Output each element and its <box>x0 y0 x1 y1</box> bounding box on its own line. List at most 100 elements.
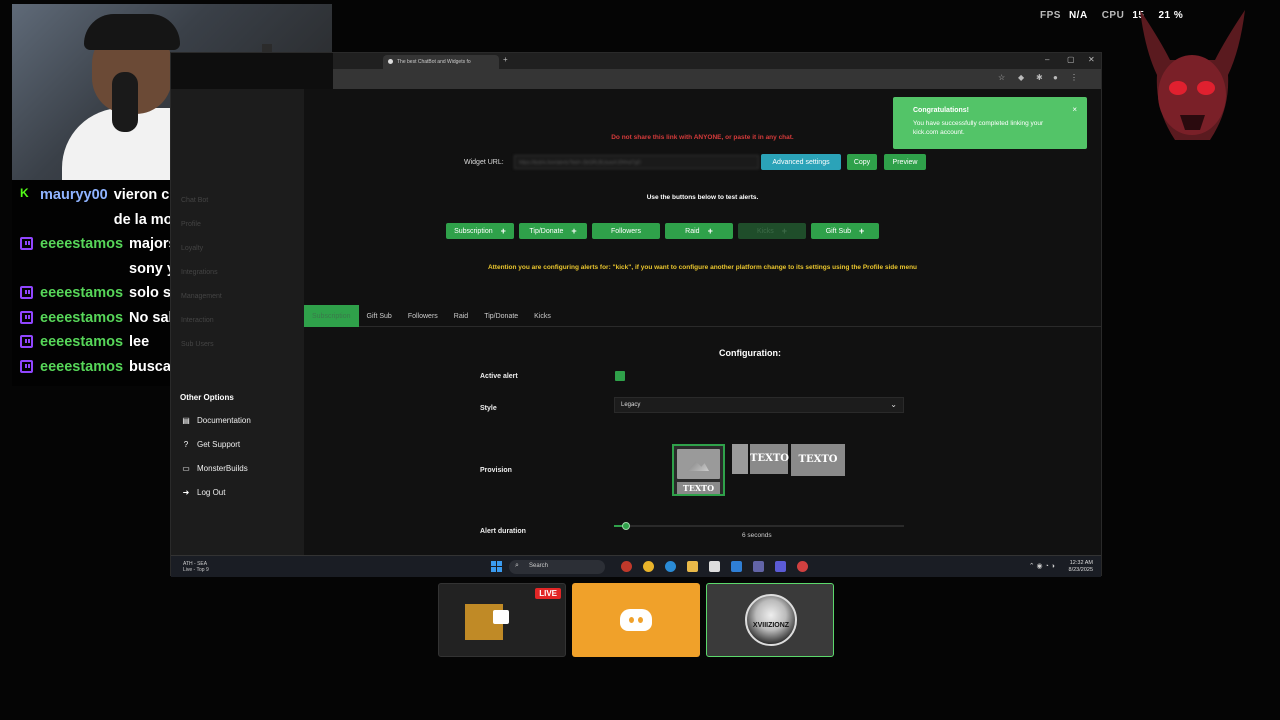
platform-badge <box>20 306 40 331</box>
app-icon[interactable] <box>797 561 808 572</box>
sidebar-item-get-support[interactable]: ? Get Support <box>182 440 240 449</box>
provision-option-image-left-text[interactable]: TEXTO <box>732 444 789 474</box>
sidebar-item-faded[interactable]: Sub Users <box>181 333 222 357</box>
sidebar-item-faded[interactable]: Profile <box>181 213 222 237</box>
plus-icon: + <box>781 226 787 236</box>
chat-username: eeeestamos <box>40 285 124 301</box>
button-label: Raid <box>685 227 700 235</box>
tab-tip-donate[interactable]: Tip/Donate <box>476 305 526 327</box>
slider-thumb[interactable] <box>621 522 630 530</box>
test-followers-button[interactable]: Followers <box>592 223 660 239</box>
widget-url-field[interactable]: https://botrix.live/alerts?bid=-2bGRLBLb… <box>514 155 759 169</box>
kick-badge-icon: K <box>20 186 29 200</box>
remote-desktop-window: The best ChatBot and Widgets fo + – ▢ ✕ … <box>170 52 1102 577</box>
maximize-button[interactable]: ▢ <box>1067 55 1075 64</box>
sidebar-item-documentation[interactable]: ▤ Documentation <box>182 416 251 425</box>
platform-badge <box>20 281 40 306</box>
test-kicks-button[interactable]: Kicks + <box>738 223 806 239</box>
live-badge: LIVE <box>535 588 561 599</box>
plus-icon: + <box>859 226 865 236</box>
twitch-badge-icon <box>20 310 33 324</box>
folder-icon[interactable] <box>687 561 698 572</box>
success-toast: Congratulations! You have successfully c… <box>893 97 1087 149</box>
taskbar-clock[interactable]: 12:32 AM 8/23/2025 <box>1069 560 1093 574</box>
platform-badge: K <box>20 183 40 232</box>
test-tip-donate-button[interactable]: Tip/Donate + <box>519 223 587 239</box>
windows-start-icon[interactable] <box>491 561 502 572</box>
close-icon[interactable]: × <box>1072 105 1077 114</box>
alert-duration-label: Alert duration <box>480 528 526 535</box>
provision-texto-label: TEXTO <box>750 444 789 474</box>
profile-icon[interactable]: ● <box>1053 73 1058 82</box>
sidebar-item-faded[interactable]: Integrations <box>181 261 222 285</box>
tab-followers[interactable]: Followers <box>400 305 446 327</box>
alert-duration-slider[interactable] <box>614 522 904 530</box>
test-subscription-button[interactable]: Subscription + <box>446 223 514 239</box>
provision-option-text-only[interactable]: TEXTO <box>791 444 845 476</box>
chat-text: lee <box>129 334 150 350</box>
twitch-badge-icon <box>20 286 33 299</box>
button-label: Gift Sub <box>825 227 852 235</box>
sidebar-item-log-out[interactable]: ➜ Log Out <box>182 488 226 497</box>
provision-option-image-above-text[interactable]: TEXTO <box>672 444 725 496</box>
button-label: Kicks <box>757 227 774 235</box>
logout-icon: ➜ <box>182 488 190 497</box>
extension-icon[interactable]: ◆ <box>1018 73 1024 82</box>
star-icon[interactable]: ☆ <box>998 73 1005 82</box>
sidebar-item-label: MonsterBuilds <box>197 464 248 473</box>
browser-tab[interactable]: The best ChatBot and Widgets fo <box>383 55 499 69</box>
settings-icon[interactable]: ✱ <box>1036 73 1043 82</box>
close-window-button[interactable]: ✕ <box>1088 55 1095 64</box>
tab-subscription[interactable]: Subscription <box>304 305 359 327</box>
sidebar-item-faded[interactable]: Management <box>181 285 222 309</box>
weather-line2: Live - Top 9 <box>183 567 209 573</box>
preview-button[interactable]: Preview <box>884 154 926 170</box>
plus-icon: + <box>500 226 506 236</box>
search-icon: ⌕ <box>515 562 519 569</box>
messenger-icon[interactable] <box>775 561 786 572</box>
test-raid-button[interactable]: Raid + <box>665 223 733 239</box>
chat-username: eeeestamos <box>40 236 124 252</box>
sidebar-item-faded[interactable]: Loyalty <box>181 237 222 261</box>
teams-icon[interactable] <box>753 561 764 572</box>
sidebar-item-monsterbuilds[interactable]: ▭ MonsterBuilds <box>182 464 248 473</box>
chrome-icon[interactable] <box>643 561 654 572</box>
tab-kicks[interactable]: Kicks <box>526 305 559 327</box>
sidebar-item-faded[interactable]: Interaction <box>181 309 222 333</box>
style-select[interactable]: Legacy ⌄ <box>614 397 904 413</box>
chat-username: mauryy00 <box>40 187 108 203</box>
sidebar-item-label: Get Support <box>197 440 241 449</box>
test-alerts-instructions: Use the buttons below to test alerts. <box>646 194 759 201</box>
edge-icon[interactable] <box>665 561 676 572</box>
discord-tile[interactable] <box>572 583 700 657</box>
sidebar-item-faded[interactable]: Chat Bot <box>181 189 222 213</box>
image-placeholder-icon <box>732 444 748 474</box>
widget-url-label: Widget URL: <box>464 159 504 166</box>
button-label: Tip/Donate <box>529 227 564 235</box>
advanced-settings-button[interactable]: Advanced settings <box>761 154 841 170</box>
toast-title: Congratulations! <box>913 107 969 114</box>
tab-raid[interactable]: Raid <box>446 305 476 327</box>
minimize-button[interactable]: – <box>1045 55 1049 64</box>
active-alert-label: Active alert <box>480 373 518 380</box>
active-alert-checkbox[interactable] <box>615 371 625 381</box>
help-icon: ? <box>183 440 189 449</box>
clock-date: 8/23/2025 <box>1068 567 1093 573</box>
outlook-icon[interactable] <box>731 561 742 572</box>
style-selected-value: Legacy <box>621 402 641 408</box>
test-gift-sub-button[interactable]: Gift Sub + <box>811 223 879 239</box>
weather-widget[interactable]: ATH - SEA Live - Top 9 <box>183 561 209 573</box>
sidebar-item-label: Log Out <box>197 488 226 497</box>
menu-icon[interactable]: ⋮ <box>1070 73 1078 82</box>
calendar-icon[interactable] <box>709 561 720 572</box>
chat-username: eeeestamos <box>40 334 124 350</box>
taskbar-search[interactable]: ⌕ Search <box>509 560 605 574</box>
user-avatar-tile[interactable]: XVIIIZIONZ <box>706 583 834 657</box>
system-tray[interactable]: ⌃ ◉ ◔ ◑ <box>1029 562 1055 570</box>
tab-gift-sub[interactable]: Gift Sub <box>359 305 400 327</box>
copy-button[interactable]: Copy <box>847 154 877 170</box>
screen-share-tile[interactable]: LIVE <box>438 583 566 657</box>
demon-skull-logo <box>1140 10 1245 140</box>
new-tab-button[interactable]: + <box>503 55 508 64</box>
app-icon[interactable] <box>621 561 632 572</box>
